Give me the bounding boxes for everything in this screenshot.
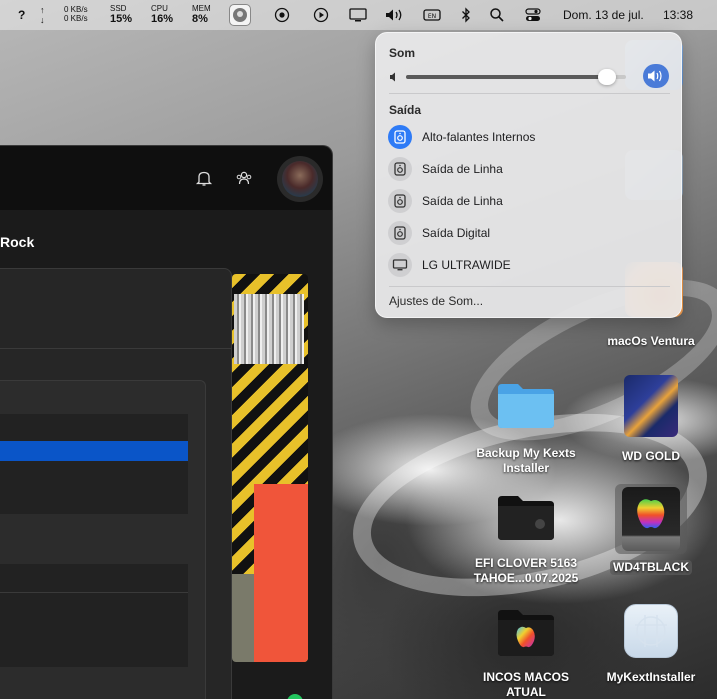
search-icon[interactable] bbox=[489, 7, 505, 23]
ssd-value: 15% bbox=[110, 13, 133, 25]
monitor-icon bbox=[388, 253, 412, 277]
folder-icon bbox=[496, 606, 556, 658]
output-device-label: Alto-falantes Internos bbox=[422, 130, 536, 144]
desktop-item-backup-kexts[interactable]: Backup My Kexts Installer bbox=[470, 380, 582, 476]
help-icon[interactable]: ? bbox=[18, 8, 25, 22]
volume-low-icon bbox=[389, 70, 399, 82]
list-section bbox=[0, 592, 188, 667]
list-item-selected[interactable] bbox=[0, 441, 188, 461]
volume-high-icon bbox=[643, 64, 669, 88]
output-heading: Saída bbox=[389, 103, 422, 117]
output-device-label: Saída Digital bbox=[422, 226, 491, 240]
ssd-stat[interactable]: SSD 15% bbox=[110, 4, 132, 25]
ssd-label: SSD bbox=[110, 4, 127, 13]
list-section bbox=[0, 414, 188, 514]
cpu-value: 16% bbox=[151, 13, 174, 25]
net-down: 0 KB/s bbox=[64, 14, 88, 23]
app-icon[interactable] bbox=[229, 4, 251, 26]
desktop-item-mykextinstaller[interactable]: MyKextInstaller bbox=[598, 604, 704, 685]
app-icon bbox=[624, 604, 678, 658]
drive-icon bbox=[615, 484, 687, 554]
network-stats[interactable]: 0 KB/s 0 KB/s bbox=[64, 5, 88, 23]
menu-bar: ? ↑ ↓ 0 KB/s 0 KB/s SSD 15% CPU 16% MEM 8… bbox=[0, 0, 717, 30]
keyboard-icon[interactable]: EN bbox=[423, 7, 441, 23]
dialog-list bbox=[0, 380, 206, 699]
desktop-item-label: INCOS MACOS ATUAL bbox=[482, 670, 569, 699]
window-toolbar bbox=[0, 146, 332, 210]
bluetooth-icon[interactable] bbox=[458, 7, 474, 23]
display-icon[interactable] bbox=[349, 7, 367, 23]
avatar-photo bbox=[282, 161, 318, 197]
friends-icon[interactable] bbox=[235, 169, 253, 187]
svg-text:EN: EN bbox=[428, 13, 436, 20]
network-arrows-icon: ↑ ↓ bbox=[40, 5, 45, 25]
dialog-header bbox=[0, 269, 231, 349]
desktop-item-label: macOs Ventura bbox=[607, 334, 695, 348]
desktop-item-incos-macos[interactable]: INCOS MACOS ATUAL bbox=[470, 606, 582, 699]
play-icon[interactable] bbox=[313, 7, 329, 23]
volume-slider[interactable] bbox=[406, 69, 626, 85]
output-device-digital[interactable]: Saída Digital bbox=[388, 219, 671, 247]
sound-popover: Som Saída Alto-falantes Internos Saída d… bbox=[375, 32, 682, 318]
output-device-label: Saída de Linha bbox=[422, 162, 503, 176]
desktop-item-label: WD GOLD bbox=[622, 449, 680, 463]
cpu-stat[interactable]: CPU 16% bbox=[151, 4, 173, 25]
folder-icon bbox=[496, 380, 556, 430]
album-cover-image[interactable] bbox=[232, 274, 308, 662]
volume-icon[interactable] bbox=[384, 7, 406, 23]
output-device-line-out-1[interactable]: Saída de Linha bbox=[388, 155, 671, 183]
speaker-icon bbox=[388, 125, 412, 149]
control-center-icon[interactable] bbox=[525, 7, 541, 23]
drive-icon bbox=[624, 375, 678, 437]
desktop-item-wd4tblack[interactable]: WD4TBLACK bbox=[603, 484, 699, 576]
page-title: Rock bbox=[0, 234, 35, 250]
volume-slider-knob[interactable] bbox=[597, 69, 616, 85]
menubar-date[interactable]: Dom. 13 de jul. bbox=[563, 8, 644, 22]
desktop-item-label: Backup My Kexts Installer bbox=[476, 446, 576, 475]
sound-settings-link[interactable]: Ajustes de Som... bbox=[389, 294, 483, 308]
mem-stat[interactable]: MEM 8% bbox=[192, 4, 211, 25]
bell-icon[interactable] bbox=[195, 169, 213, 187]
output-device-label: LG ULTRAWIDE bbox=[422, 258, 511, 272]
net-up: 0 KB/s bbox=[64, 5, 88, 14]
menubar-time[interactable]: 13:38 bbox=[663, 8, 693, 22]
sound-heading: Som bbox=[389, 46, 416, 60]
record-icon[interactable] bbox=[274, 7, 290, 23]
desktop-item-label: EFI CLOVER 5163 TAHOE...0.07.2025 bbox=[473, 556, 579, 585]
desktop-item-efi-clover[interactable]: EFI CLOVER 5163 TAHOE...0.07.2025 bbox=[464, 492, 588, 586]
divider bbox=[389, 286, 670, 287]
mem-label: MEM bbox=[192, 4, 211, 13]
desktop-item-wd-gold[interactable]: WD GOLD bbox=[608, 375, 694, 464]
dialog-panel bbox=[0, 268, 232, 699]
divider bbox=[389, 93, 670, 94]
folder-icon bbox=[496, 492, 556, 542]
output-device-lg-ultrawide[interactable]: LG ULTRAWIDE bbox=[388, 251, 671, 279]
desktop-item-ventura[interactable]: macOs Ventura bbox=[596, 334, 706, 349]
list-section bbox=[0, 564, 188, 592]
status-dot bbox=[287, 694, 303, 699]
avatar[interactable] bbox=[277, 156, 323, 202]
volume-slider-fill bbox=[406, 75, 607, 79]
output-device-line-out-2[interactable]: Saída de Linha bbox=[388, 187, 671, 215]
desktop-item-label: WD4TBLACK bbox=[610, 560, 692, 575]
browser-window: Rock bbox=[0, 145, 333, 699]
output-device-label: Saída de Linha bbox=[422, 194, 503, 208]
speaker-icon bbox=[388, 189, 412, 213]
output-device-internal-speakers[interactable]: Alto-falantes Internos bbox=[388, 123, 671, 151]
desktop-item-label: MyKextInstaller bbox=[606, 670, 696, 684]
cpu-label: CPU bbox=[151, 4, 168, 13]
speaker-icon bbox=[388, 157, 412, 181]
mem-value: 8% bbox=[192, 13, 208, 25]
speaker-icon bbox=[388, 221, 412, 245]
